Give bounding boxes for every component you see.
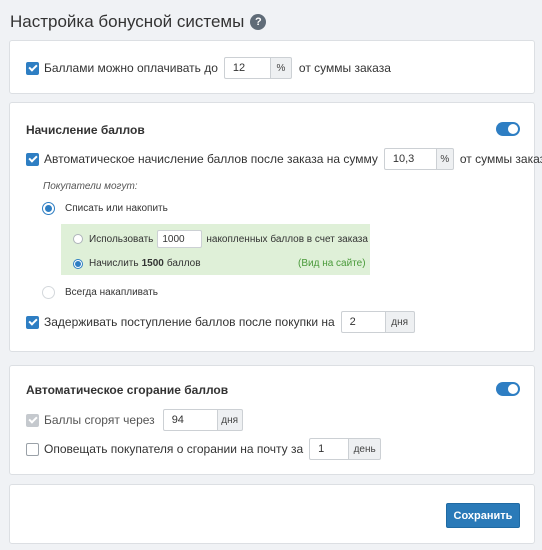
delay-input[interactable]: 2 — [340, 311, 386, 333]
site-preview-box: Использовать 1000 накопленных баллов в с… — [61, 224, 370, 275]
radio-always-save[interactable] — [42, 286, 55, 299]
preview-use-input[interactable]: 1000 — [157, 230, 203, 248]
preview-use-label: Использовать — [89, 233, 154, 245]
notify-unit: день — [349, 438, 382, 460]
option-spend-or-save-label: Списать или накопить — [65, 203, 168, 214]
option-always-save-label: Всегда накапливать — [65, 287, 159, 298]
auto-accrual-label: Автоматическое начисление баллов после з… — [44, 152, 378, 166]
save-button[interactable]: Сохранить — [446, 503, 520, 528]
payment-percent-input[interactable]: 12 — [223, 57, 271, 79]
auto-accrual-input[interactable]: 10,3 — [383, 148, 437, 170]
delay-row: Задерживать поступление баллов после пок… — [26, 311, 415, 333]
preview-radio-accrue[interactable] — [73, 258, 83, 269]
option-spend-or-save[interactable]: Списать или накопить — [42, 202, 168, 215]
preview-accrue-row: Начислить 1500 баллов — [73, 258, 201, 269]
delay-checkbox[interactable] — [26, 315, 39, 329]
payment-panel: Баллами можно оплачивать до 12 % от сумм… — [9, 40, 535, 94]
option-always-save[interactable]: Всегда накапливать — [42, 286, 158, 299]
preview-view-note: (Вид на сайте) — [298, 258, 366, 269]
notify-row: Оповещать покупателя о сгорании на почту… — [26, 438, 382, 460]
payment-row: Баллами можно оплачивать до 12 % от сумм… — [26, 57, 391, 79]
buyers-can-label: Покупатели могут: — [43, 181, 138, 192]
delay-label: Задерживать поступление баллов после пок… — [44, 315, 335, 329]
notify-input[interactable]: 1 — [309, 438, 350, 460]
page-title: Настройка бонусной системы ? — [10, 12, 267, 32]
auto-accrual-unit: % — [436, 148, 454, 170]
auto-accrual-checkbox[interactable] — [26, 152, 39, 166]
payment-suffix: от суммы заказа — [298, 61, 391, 75]
preview-use-suffix: накопленных баллов в счет заказа — [206, 233, 368, 245]
notify-label: Оповещать покупателя о сгорании на почту… — [44, 442, 304, 456]
auto-accrual-row: Автоматическое начисление баллов после з… — [26, 148, 542, 170]
expiry-toggle[interactable] — [496, 382, 520, 396]
preview-accrue-amount: 1500 — [141, 258, 164, 269]
preview-accrue-prefix: Начислить — [89, 258, 139, 269]
expiry-panel: Автоматическое сгорание баллов Баллы сго… — [9, 365, 535, 475]
preview-radio-use[interactable] — [73, 234, 83, 244]
burn-checkbox[interactable] — [26, 413, 39, 427]
burn-row: Баллы сгорят через 94 дня — [26, 409, 243, 431]
auto-accrual-suffix: от суммы заказа — [459, 152, 542, 166]
burn-input[interactable]: 94 — [162, 409, 218, 431]
radio-spend-or-save[interactable] — [42, 202, 55, 215]
notify-checkbox[interactable] — [26, 442, 39, 456]
accrual-title: Начисление баллов — [26, 123, 145, 137]
preview-use-row: Использовать 1000 накопленных баллов в с… — [73, 230, 368, 248]
payment-percent-unit: % — [270, 57, 292, 79]
payment-checkbox[interactable] — [26, 61, 39, 75]
page-title-text: Настройка бонусной системы — [10, 12, 245, 31]
preview-accrue-suffix: баллов — [166, 258, 201, 269]
accrual-toggle[interactable] — [496, 122, 520, 136]
burn-label: Баллы сгорят через — [44, 413, 155, 427]
payment-label: Баллами можно оплачивать до — [44, 61, 218, 75]
delay-unit: дня — [385, 311, 415, 333]
burn-unit: дня — [217, 409, 243, 431]
help-icon[interactable]: ? — [250, 14, 267, 30]
expiry-title: Автоматическое сгорание баллов — [26, 383, 229, 397]
